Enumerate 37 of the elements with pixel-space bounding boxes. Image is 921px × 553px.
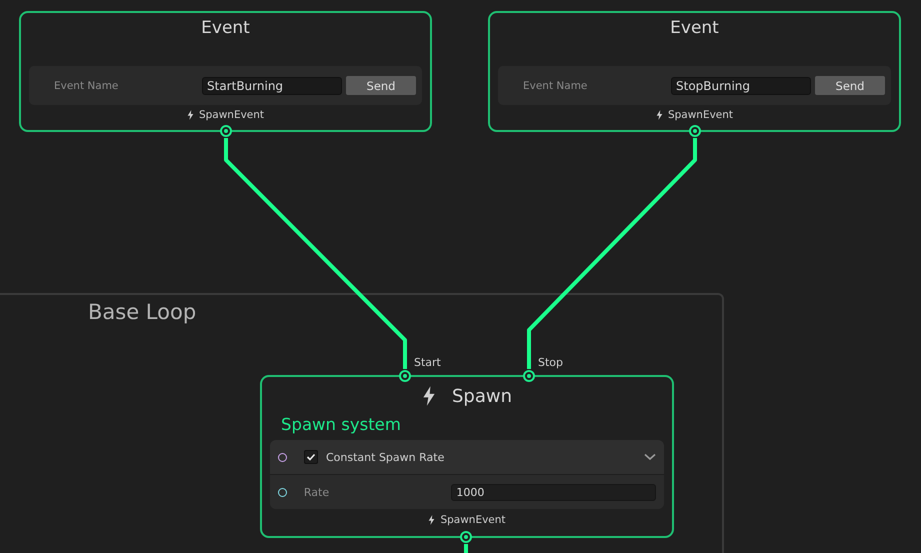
spawn-node[interactable]: Spawn Spawn system Constant Spawn Rate Rate 1000 SpawnEvent: [260, 375, 674, 538]
port-label: SpawnEvent: [440, 514, 506, 526]
node-title: Event: [670, 18, 719, 38]
port[interactable]: [278, 452, 287, 462]
node-title: Spawn: [452, 386, 512, 406]
send-button[interactable]: Send: [346, 76, 416, 95]
block-label: Constant Spawn Rate: [326, 450, 446, 464]
send-button[interactable]: Send: [815, 76, 885, 95]
port[interactable]: [399, 370, 411, 382]
port[interactable]: [523, 370, 535, 382]
checkbox[interactable]: [304, 450, 318, 464]
check-icon: [306, 452, 316, 462]
lightning-icon: [428, 515, 436, 525]
field-label: Event Name: [523, 80, 588, 92]
event-node[interactable]: Event Event Name StopBurning Send SpawnEvent: [488, 11, 901, 132]
port[interactable]: [220, 125, 232, 137]
port[interactable]: [689, 125, 701, 137]
group-title: Base Loop: [88, 300, 196, 324]
connection-wire: [464, 544, 468, 553]
lightning-icon: [656, 110, 663, 120]
event-name-field[interactable]: StartBurning: [202, 76, 342, 94]
field-label: Event Name: [54, 80, 120, 92]
chevron-icon[interactable]: [644, 453, 656, 461]
event-node[interactable]: Event Event Name StartBurning Send SpawnEvent: [19, 11, 432, 132]
port-label: SpawnEvent: [668, 109, 734, 121]
system-title: Spawn system: [281, 415, 402, 434]
event-name-field[interactable]: StopBurning: [671, 76, 811, 94]
port-label: Start: [414, 356, 441, 369]
rate-field[interactable]: 1000: [451, 484, 656, 500]
field-label: Rate: [304, 486, 330, 498]
port-label: Stop: [538, 356, 564, 369]
lightning-icon: [186, 110, 194, 120]
lightning-icon: [422, 385, 436, 407]
port[interactable]: [460, 531, 472, 543]
port[interactable]: [278, 488, 287, 496]
node-title: Event: [201, 18, 250, 38]
port-label: SpawnEvent: [198, 109, 264, 121]
